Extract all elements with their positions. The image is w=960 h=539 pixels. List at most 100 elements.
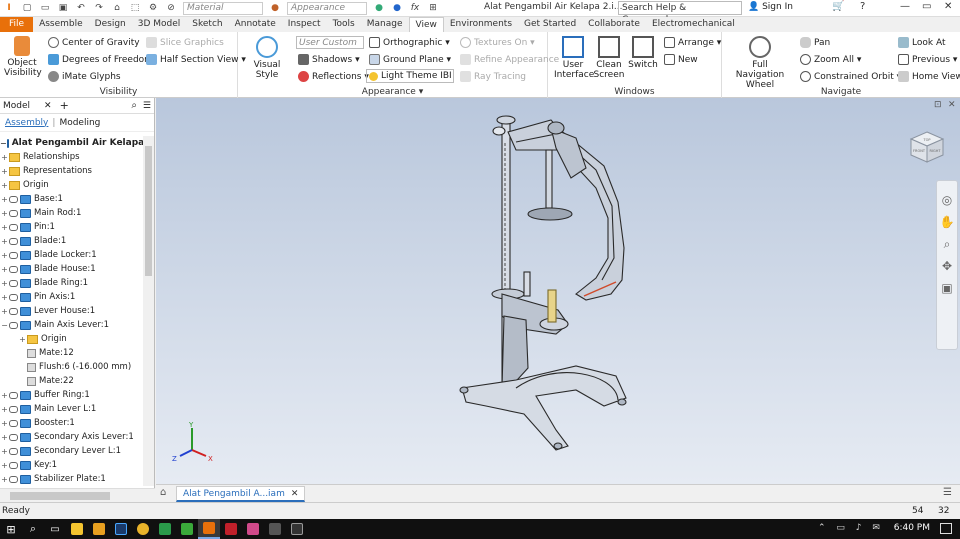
sign-in-button[interactable]: 👤 Sign In (748, 2, 793, 12)
viewcube[interactable]: TOP FRONT RIGHT (908, 130, 946, 164)
browser-close-icon[interactable]: ✕ (44, 101, 52, 111)
tree-item[interactable]: + Relationships (0, 150, 143, 164)
tab-annotate[interactable]: Annotate (229, 17, 282, 32)
tree-item[interactable]: + Pin Axis:1 (0, 290, 143, 304)
base-foot-front[interactable] (553, 442, 563, 450)
expand-icon[interactable]: + (0, 307, 9, 316)
assembly-model[interactable] (156, 98, 960, 484)
start-windows-icon[interactable]: ⊞ (0, 519, 22, 539)
photoshop-icon[interactable] (110, 519, 132, 539)
expand-icon[interactable]: + (0, 153, 9, 162)
file-explorer-icon[interactable] (66, 519, 88, 539)
tab-get-started[interactable]: Get Started (518, 17, 582, 32)
half-section-view-button[interactable]: Half Section View ▾ (146, 54, 246, 65)
tab-inspect[interactable]: Inspect (282, 17, 327, 32)
reflections-button[interactable]: Reflections ▾ (298, 71, 369, 82)
notification-icon[interactable] (940, 523, 952, 534)
tree-item[interactable]: + Buffer Ring:1 (0, 388, 143, 402)
inventor-taskbar-icon[interactable] (198, 519, 220, 539)
cart-icon[interactable]: 🛒 (832, 1, 844, 12)
tree-item[interactable]: Flush:6 (-16.000 mm) (0, 360, 143, 374)
tab-environments[interactable]: Environments (444, 17, 518, 32)
help-icon[interactable]: ? (860, 1, 865, 12)
task-view-icon[interactable]: ▭ (44, 519, 66, 539)
expand-icon[interactable]: + (18, 335, 27, 344)
search-input[interactable]: Search Help & Commands... (618, 1, 742, 25)
tab-assemble[interactable]: Assemble (33, 17, 89, 32)
nav-pan-icon[interactable]: ✋ (937, 211, 957, 233)
slice-graphics-button[interactable]: Slice Graphics (146, 37, 224, 48)
pin[interactable] (545, 149, 553, 209)
dark-app-icon[interactable] (286, 519, 308, 539)
pan-button[interactable]: Pan (800, 37, 830, 48)
appearance-panel-label[interactable]: Appearance ▾ (238, 87, 547, 97)
app-logo-icon[interactable]: I (2, 2, 16, 14)
tree-item[interactable]: + Blade Locker:1 (0, 248, 143, 262)
previous-view-button[interactable]: Previous ▾ (898, 54, 957, 65)
zoom-all-button[interactable]: Zoom All ▾ (800, 54, 861, 65)
graphics-viewport[interactable]: ⊡ ✕ TOP FRONT RIGHT ◎ ✋ ⌕ ✥ ▣ Y X Z (156, 98, 960, 484)
expand-icon[interactable]: + (0, 475, 9, 484)
expand-icon[interactable]: + (0, 167, 9, 176)
green-app-icon[interactable] (176, 519, 198, 539)
tab-sketch[interactable]: Sketch (186, 17, 228, 32)
no-entry-icon[interactable]: ⊘ (164, 2, 178, 14)
textures-on-button[interactable]: Textures On ▾ (460, 37, 535, 48)
refine-appearance-button[interactable]: Refine Appearance (460, 54, 559, 65)
tab-3d-model[interactable]: 3D Model (132, 17, 187, 32)
tree-item[interactable]: + Secondary Lever L:1 (0, 444, 143, 458)
tree-item[interactable]: + Origin (0, 332, 143, 346)
top-pin[interactable] (492, 126, 506, 136)
key[interactable] (523, 271, 531, 297)
open-icon[interactable]: ▭ (38, 2, 52, 14)
tab-collaborate[interactable]: Collaborate (582, 17, 646, 32)
taskbar-search-icon[interactable]: ⌕ (22, 519, 44, 539)
tab-electromechanical[interactable]: Electromechanical (646, 17, 741, 32)
new-window-button[interactable]: New (664, 54, 698, 65)
tab-assembly[interactable]: Assembly (5, 118, 48, 128)
document-tabs-menu-icon[interactable]: ☰ (943, 487, 952, 498)
orthographic-button[interactable]: Orthographic ▾ (369, 37, 450, 48)
expand-icon[interactable]: + (0, 433, 9, 442)
recorder-app-icon[interactable] (264, 519, 286, 539)
expand-icon[interactable]: + (0, 265, 9, 274)
tab-modeling[interactable]: Modeling (59, 118, 100, 128)
base[interactable] (461, 365, 627, 451)
clean-screen-button[interactable]: Clean Screen (592, 36, 626, 80)
document-tab-close-icon[interactable]: ✕ (291, 489, 299, 499)
shadows-button[interactable]: Shadows ▾ (298, 54, 360, 65)
media-app-icon[interactable] (88, 519, 110, 539)
expand-icon[interactable]: − (0, 321, 9, 330)
tab-design[interactable]: Design (89, 17, 132, 32)
adjust-icon[interactable]: ● (390, 2, 404, 14)
visual-style-button[interactable]: Visual Style (244, 36, 290, 80)
tree-root[interactable]: −Alat Pengambil Air Kelapa 2.iam (0, 136, 143, 150)
appearance-combo[interactable]: Appearance (287, 1, 367, 15)
home-view-button[interactable]: Home View (898, 71, 960, 82)
user-custom-select[interactable]: User Custom (296, 36, 364, 49)
constrained-orbit-button[interactable]: Constrained Orbit ▾ (800, 71, 901, 82)
center-of-gravity-button[interactable]: Center of Gravity (48, 37, 140, 48)
expand-icon[interactable]: + (0, 251, 9, 260)
home-icon[interactable]: ⌂ (110, 2, 124, 14)
nav-look-at-icon[interactable]: ▣ (937, 277, 957, 299)
imate-glyphs-button[interactable]: iMate Glyphs (48, 71, 121, 82)
tree-item[interactable]: + Base:1 (0, 192, 143, 206)
user-interface-button[interactable]: User Interface (554, 36, 594, 80)
expand-icon[interactable]: + (0, 405, 9, 414)
expand-icon[interactable]: + (0, 181, 9, 190)
expand-icon[interactable]: + (0, 223, 9, 232)
taskbar-clock[interactable]: 6:40 PM (894, 523, 930, 533)
scrollbar-thumb[interactable] (145, 146, 152, 276)
sheets-app-icon[interactable] (154, 519, 176, 539)
expand-icon[interactable]: + (0, 447, 9, 456)
nav-wheel-icon[interactable]: ◎ (937, 189, 957, 211)
expand-icon[interactable]: + (0, 419, 9, 428)
tree-item[interactable]: + Blade House:1 (0, 262, 143, 276)
full-navigation-wheel-button[interactable]: Full Navigation Wheel (728, 36, 792, 90)
tree-item[interactable]: + Key:1 (0, 458, 143, 472)
save-icon[interactable]: ▣ (56, 2, 70, 14)
color-wheel-icon[interactable]: ● (372, 2, 386, 14)
tab-view[interactable]: View (408, 17, 444, 32)
tree-item[interactable]: + Origin (0, 178, 143, 192)
